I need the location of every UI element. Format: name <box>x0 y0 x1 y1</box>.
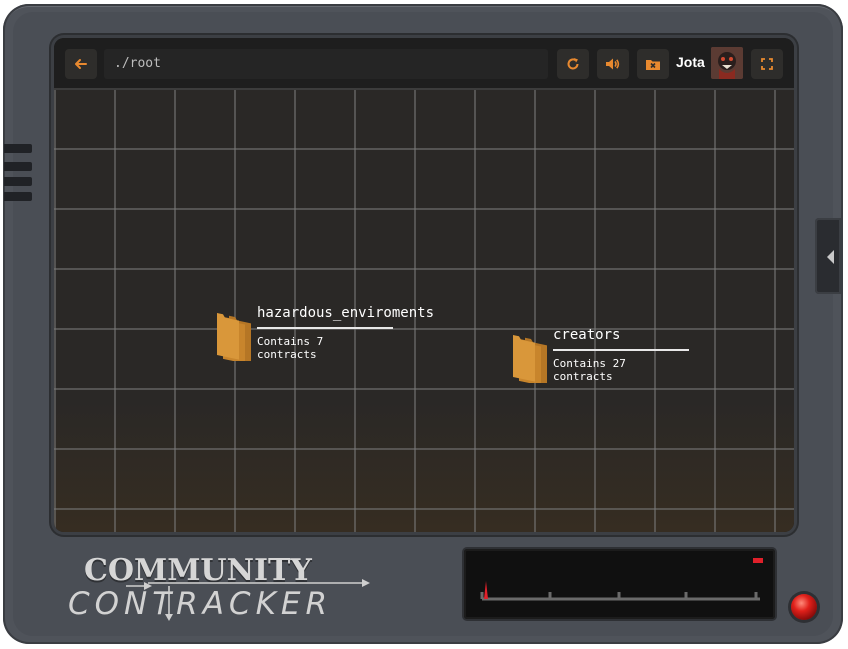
vent-slot <box>4 144 32 153</box>
toolbar: ./root Jota <box>54 38 794 90</box>
side-panel-tab[interactable] <box>815 218 841 294</box>
status-indicator <box>753 558 763 563</box>
fullscreen-button[interactable] <box>751 49 783 79</box>
remove-folder-button[interactable] <box>637 49 669 79</box>
chevron-left-icon <box>827 250 834 264</box>
screen: ./root Jota hazardous_enviroments Contai… <box>54 38 794 532</box>
path-input[interactable]: ./root <box>104 49 548 79</box>
folder-x-icon <box>646 60 660 70</box>
folder-description: Contains 7 contracts <box>257 335 324 361</box>
logo-arrows <box>126 579 370 621</box>
folder-name: creators <box>553 327 621 343</box>
sound-button[interactable] <box>597 49 629 79</box>
folder-divider <box>257 327 393 329</box>
folder-stack-icon <box>513 335 547 383</box>
signal-meter <box>464 549 775 619</box>
meter-scale <box>480 581 760 601</box>
refresh-icon <box>567 58 579 70</box>
folder-description: Contains 27 contracts <box>553 357 626 383</box>
fullscreen-icon <box>761 58 773 70</box>
vent-slot <box>4 177 32 186</box>
refresh-button[interactable] <box>557 49 589 79</box>
vent-slot <box>4 162 32 171</box>
user-name: Jota <box>676 54 705 70</box>
speaker-icon <box>606 58 620 70</box>
avatar[interactable] <box>711 47 743 79</box>
folder-stack-icon <box>217 313 251 361</box>
vent-slot <box>4 192 32 201</box>
power-button[interactable] <box>791 594 817 620</box>
arrow-left-icon <box>75 59 87 69</box>
avatar-image <box>711 47 743 79</box>
folder-divider <box>553 349 689 351</box>
folder-grid: hazardous_enviroments Contains 7 contrac… <box>54 90 794 532</box>
folder-name: hazardous_enviroments <box>257 305 435 321</box>
back-button[interactable] <box>65 49 97 79</box>
